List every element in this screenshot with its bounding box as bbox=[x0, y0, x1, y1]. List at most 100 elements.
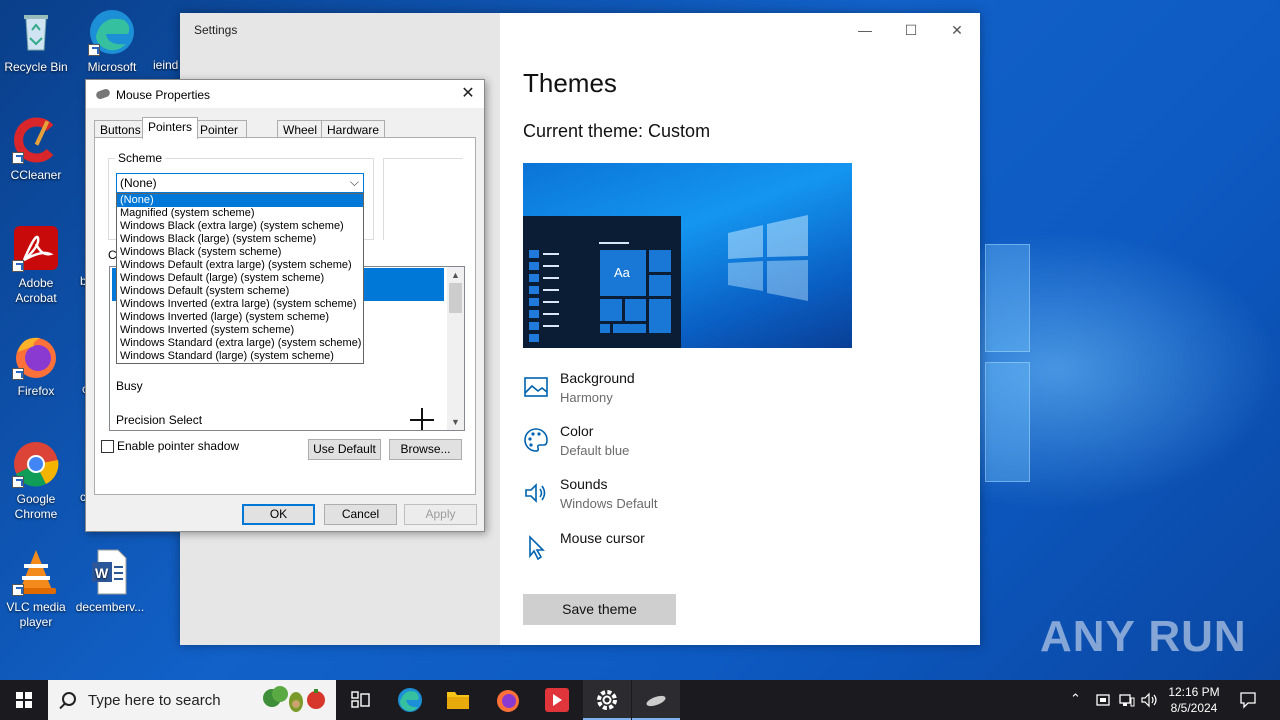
theme-preview[interactable]: Aa bbox=[523, 163, 852, 348]
desktop-icon-label: Firefox bbox=[17, 384, 55, 398]
minimize-button[interactable]: — bbox=[842, 19, 888, 41]
desktop-icon-firefox[interactable]: Firefox bbox=[0, 332, 72, 399]
taskbar-settings[interactable] bbox=[583, 680, 631, 720]
picture-icon bbox=[524, 377, 548, 397]
windows-logo-icon bbox=[16, 692, 32, 708]
preview-tiles: Aa bbox=[599, 249, 674, 336]
search-highlight-icon bbox=[263, 686, 325, 712]
enable-pointer-shadow-checkbox[interactable] bbox=[101, 440, 114, 453]
pointer-row[interactable]: Precision Select bbox=[116, 413, 202, 427]
tab-buttons[interactable]: Buttons bbox=[94, 120, 147, 138]
cancel-button[interactable]: Cancel bbox=[324, 504, 397, 525]
mouse-icon bbox=[95, 87, 111, 101]
apply-button[interactable]: Apply bbox=[404, 504, 477, 525]
defender-icon[interactable] bbox=[1095, 692, 1111, 708]
pointer-list-scrollbar[interactable]: ▲ ▼ bbox=[447, 267, 464, 430]
scheme-option[interactable]: Windows Default (extra large) (system sc… bbox=[117, 259, 363, 272]
precision-select-cursor-icon bbox=[410, 408, 434, 430]
desktop-icon-microsoft-edge[interactable]: Microsoft Edge bbox=[76, 8, 148, 75]
svg-text:W: W bbox=[95, 565, 109, 581]
scheme-option[interactable]: Windows Standard (extra large) (system s… bbox=[117, 337, 363, 350]
tab-wheel[interactable]: Wheel bbox=[277, 120, 324, 138]
desktop-icon-ccleaner[interactable]: CCleaner bbox=[0, 116, 72, 183]
scheme-option[interactable]: Windows Inverted (system scheme) bbox=[117, 324, 363, 337]
shortcut-arrow-icon bbox=[12, 476, 24, 488]
search-icon bbox=[62, 692, 76, 706]
desktop-icon-recycle-bin[interactable]: Recycle Bin bbox=[0, 8, 72, 75]
desktop-icon-adobe-acrobat[interactable]: Adobe Acrobat bbox=[0, 224, 72, 306]
taskbar-search-box[interactable]: Type here to search bbox=[48, 680, 336, 720]
scheme-option[interactable]: Windows Inverted (large) (system scheme) bbox=[117, 311, 363, 324]
browse-button[interactable]: Browse... bbox=[389, 439, 462, 460]
shortcut-arrow-icon bbox=[12, 260, 24, 272]
taskbar-clock[interactable]: 12:16 PM 8/5/2024 bbox=[1160, 684, 1228, 716]
scheme-option[interactable]: Windows Black (system scheme) bbox=[117, 246, 363, 259]
pointer-preview-box bbox=[383, 158, 463, 240]
maximize-button[interactable]: ☐ bbox=[888, 19, 934, 41]
current-theme-label: Current theme: Custom bbox=[523, 121, 711, 141]
page-title: Themes bbox=[523, 68, 617, 98]
taskbar-edge[interactable] bbox=[386, 680, 434, 720]
clock-time: 12:16 PM bbox=[1168, 685, 1220, 699]
scheme-option[interactable]: Windows Black (large) (system scheme) bbox=[117, 233, 363, 246]
taskbar-file-explorer[interactable] bbox=[434, 680, 482, 720]
notifications-icon[interactable] bbox=[1239, 691, 1257, 709]
theme-item-value: Windows Default bbox=[560, 496, 658, 511]
tab-pointer-options[interactable]: Pointer Options bbox=[194, 120, 248, 151]
desktop-icon-label: CCleaner bbox=[10, 168, 62, 182]
scheme-option[interactable]: Magnified (system scheme) bbox=[117, 207, 363, 220]
tab-hardware[interactable]: Hardware bbox=[321, 120, 386, 138]
tab-pointers[interactable]: Pointers bbox=[142, 117, 199, 139]
taskbar-anyrun[interactable] bbox=[533, 680, 581, 720]
desktop-icon-label: decemberv... bbox=[75, 600, 145, 614]
clock-date: 8/5/2024 bbox=[1170, 701, 1218, 715]
mouse-properties-dialog: Mouse Properties ✕ Buttons Pointers Poin… bbox=[85, 79, 485, 532]
file-explorer-icon bbox=[447, 692, 469, 709]
close-button[interactable]: ✕ bbox=[458, 84, 478, 104]
save-theme-button[interactable]: Save theme bbox=[523, 594, 676, 625]
firefox-icon bbox=[12, 332, 60, 380]
chevron-down-icon[interactable]: ⌵ bbox=[350, 175, 359, 190]
desktop-icon-document[interactable]: W decemberv... bbox=[74, 548, 146, 615]
theme-item-title: Mouse cursor bbox=[560, 530, 645, 546]
theme-item-value: Default blue bbox=[560, 443, 630, 458]
preview-tile-text: Aa bbox=[614, 265, 630, 280]
taskbar-firefox[interactable] bbox=[484, 680, 532, 720]
desktop-icon-vlc[interactable]: VLC media player bbox=[0, 548, 72, 630]
desktop-icon-google-chrome[interactable]: Google Chrome bbox=[0, 440, 72, 522]
dialog-title: Mouse Properties bbox=[116, 88, 211, 102]
ok-button[interactable]: OK bbox=[242, 504, 315, 525]
edge-icon bbox=[398, 688, 422, 712]
task-view-button[interactable] bbox=[336, 680, 384, 720]
settings-icon bbox=[597, 690, 617, 710]
use-default-button[interactable]: Use Default bbox=[308, 439, 381, 460]
start-button[interactable] bbox=[0, 680, 48, 720]
palette-icon bbox=[524, 428, 548, 452]
scheme-option[interactable]: Windows Default (system scheme) bbox=[117, 285, 363, 298]
cursor-icon bbox=[529, 535, 545, 560]
scheme-option[interactable]: Windows Black (extra large) (system sche… bbox=[117, 220, 363, 233]
vlc-icon bbox=[12, 548, 60, 596]
anyrun-icon bbox=[545, 688, 569, 712]
scheme-option[interactable]: Windows Default (large) (system scheme) bbox=[117, 272, 363, 285]
show-hidden-icons-chevron-icon[interactable]: ⌃ bbox=[1070, 691, 1081, 707]
shortcut-arrow-icon bbox=[88, 44, 100, 56]
volume-icon[interactable] bbox=[1141, 692, 1159, 708]
network-icon[interactable] bbox=[1119, 692, 1135, 708]
mouse-icon bbox=[646, 695, 666, 707]
scroll-down-icon[interactable]: ▼ bbox=[447, 414, 464, 430]
theme-item-title: Sounds bbox=[560, 476, 608, 492]
scheme-dropdown-list[interactable]: (None) Magnified (system scheme) Windows… bbox=[116, 193, 364, 364]
taskbar-mouse-properties[interactable] bbox=[632, 680, 680, 720]
scheme-option[interactable]: Windows Standard (large) (system scheme) bbox=[117, 350, 363, 363]
scrollbar-thumb[interactable] bbox=[449, 283, 462, 313]
scheme-option[interactable]: Windows Inverted (extra large) (system s… bbox=[117, 298, 363, 311]
search-placeholder: Type here to search bbox=[88, 692, 221, 709]
desktop-icon-label: Adobe Acrobat bbox=[15, 276, 57, 305]
scheme-option[interactable]: (None) bbox=[117, 194, 363, 207]
scroll-up-icon[interactable]: ▲ bbox=[447, 267, 464, 283]
scheme-combobox[interactable]: (None) ⌵ bbox=[116, 173, 364, 193]
pointer-row[interactable]: Busy bbox=[116, 379, 143, 393]
close-button[interactable]: ✕ bbox=[934, 19, 980, 41]
wallpaper-pane bbox=[985, 362, 1030, 482]
